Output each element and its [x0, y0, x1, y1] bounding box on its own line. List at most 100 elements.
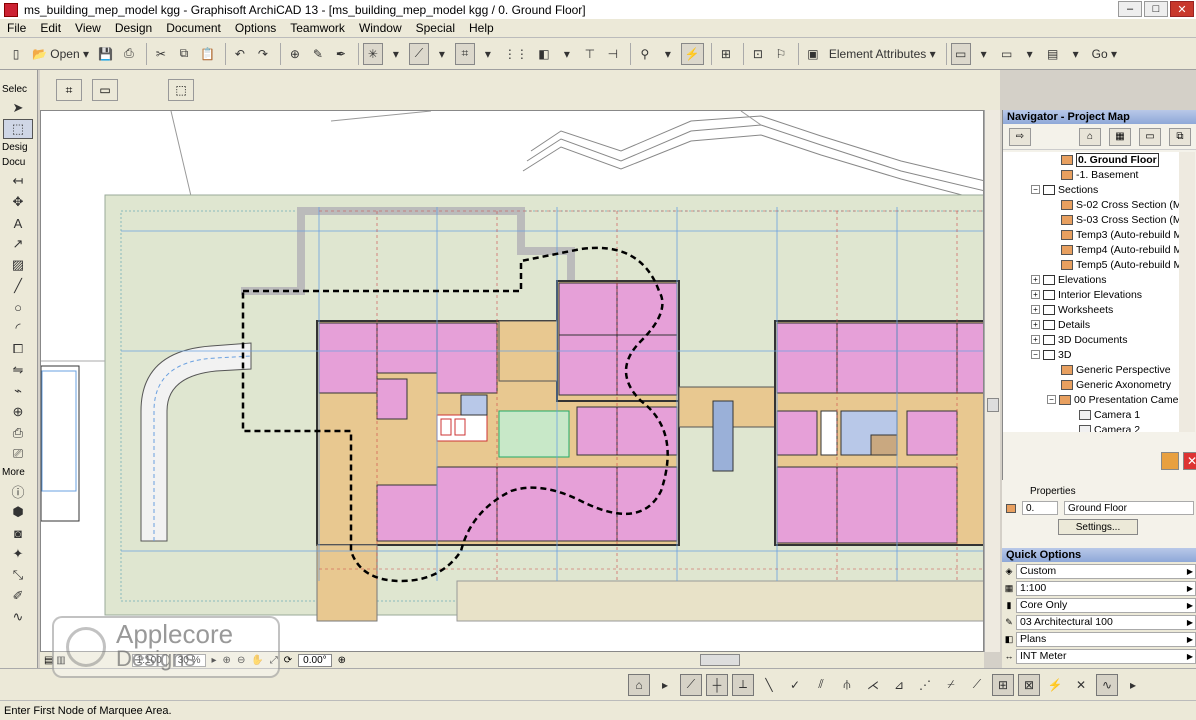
spline-tool-icon[interactable]: ∿	[3, 607, 33, 627]
collapse-icon[interactable]: −	[1031, 350, 1040, 359]
tree-item-details[interactable]: + Details	[1031, 317, 1090, 332]
marquee-tool-icon[interactable]: ⬚	[3, 119, 33, 139]
minimize-button[interactable]: –	[1118, 1, 1142, 17]
expand-icon[interactable]: +	[1031, 305, 1040, 314]
layout-icon[interactable]: ▤	[1043, 43, 1063, 65]
menu-special[interactable]: Special	[409, 21, 462, 35]
gravity-icon[interactable]: ⊞	[992, 673, 1014, 696]
story-index-field[interactable]: 0.	[1022, 501, 1058, 515]
elevation-tool-icon[interactable]: ⌁	[3, 381, 33, 401]
special-snap-icon[interactable]: ⋰	[914, 674, 936, 696]
settings-button[interactable]: Settings...	[1058, 519, 1138, 535]
perpendicular-icon[interactable]: ⫛	[836, 674, 858, 696]
trace-reference-icon[interactable]: ⌂	[628, 673, 650, 696]
bisector-icon[interactable]: ⋌	[862, 674, 884, 696]
tree-item-worksheets[interactable]: + Worksheets	[1031, 302, 1113, 317]
rotate-view-icon[interactable]: ⟳	[284, 655, 292, 666]
tree-item-ground-floor[interactable]: 0. Ground Floor	[1061, 152, 1159, 167]
window-dropdown-icon[interactable]: ▾	[1020, 43, 1040, 65]
expand-icon[interactable]: +	[1031, 275, 1040, 284]
3d-window-icon[interactable]: ⊡	[748, 43, 768, 65]
section-tool-icon[interactable]: ⇋	[3, 360, 33, 380]
marquee-polygon-icon[interactable]: ⌗	[56, 79, 82, 101]
align-icon[interactable]: ⊤	[580, 43, 600, 65]
camera-tool-icon[interactable]: ◙	[3, 523, 33, 543]
navigator-mode-icon[interactable]: ⇨	[1009, 127, 1031, 146]
quick-option-model-view[interactable]: ◧ Plans ▶	[1002, 631, 1196, 647]
undo-icon[interactable]: ↶	[230, 43, 250, 65]
vertical-scroll-thumb[interactable]	[987, 398, 999, 412]
element-attributes-dropdown[interactable]: Element Attributes ▾	[826, 43, 939, 65]
trace-dropdown-icon[interactable]: ▸	[654, 674, 676, 696]
vertical-scrollbar[interactable]	[984, 110, 1000, 652]
tree-item-section[interactable]: Temp5 (Auto-rebuild M	[1061, 257, 1179, 272]
tree-item-basement[interactable]: -1. Basement	[1061, 167, 1138, 182]
lamp-tool-icon[interactable]: ✦	[3, 544, 33, 564]
polyline-tool-icon[interactable]: ⧠	[3, 339, 33, 359]
cut-icon[interactable]: ✂	[151, 43, 171, 65]
copy-icon[interactable]: ⧉	[174, 43, 194, 65]
mesh-tool-icon[interactable]: ✐	[3, 586, 33, 606]
menu-design[interactable]: Design	[108, 21, 159, 35]
tree-item-camera-path[interactable]: − 00 Presentation Came	[1047, 392, 1178, 407]
marquee-rectangle-icon[interactable]: ▭	[92, 79, 118, 101]
tree-item-generic-perspective[interactable]: Generic Perspective	[1061, 362, 1171, 377]
quick-option-structure-display[interactable]: ▮ Core Only ▶	[1002, 597, 1196, 613]
magic-wand-icon[interactable]: ⚡	[1044, 674, 1066, 696]
paste-icon[interactable]: 📋	[197, 43, 218, 65]
menu-view[interactable]: View	[68, 21, 108, 35]
pick-up-icon[interactable]: ✎	[308, 43, 328, 65]
cancel-icon[interactable]: ✕	[1070, 674, 1092, 696]
toolbox-group-more[interactable]: More	[0, 465, 37, 480]
worksheet-tool-icon[interactable]: ⎙	[3, 423, 33, 443]
layer-dropdown-icon[interactable]: ▾	[557, 43, 577, 65]
layout-dropdown-icon[interactable]: ▾	[1066, 43, 1086, 65]
view-mode-dropdown-icon[interactable]: ▾	[974, 43, 994, 65]
suspend-dropdown-icon[interactable]: ▾	[658, 43, 678, 65]
zoom-tool-icon[interactable]: ⊕	[338, 655, 346, 666]
new-folder-icon[interactable]	[1161, 452, 1179, 470]
circle-tool-icon[interactable]: ○	[3, 297, 33, 317]
horizontal-scroll-thumb[interactable]	[700, 654, 740, 666]
menu-options[interactable]: Options	[228, 21, 283, 35]
find-select-icon[interactable]: ⊕	[285, 43, 305, 65]
tree-item-section[interactable]: S-03 Cross Section (M	[1061, 212, 1179, 227]
zoom-fit-icon[interactable]: ⊠	[1018, 673, 1040, 696]
snap-dropdown-icon[interactable]: ▾	[478, 43, 498, 65]
guide-dropdown-icon[interactable]: ▾	[432, 43, 452, 65]
guide-lines-icon[interactable]: ⟋	[408, 42, 429, 65]
dimension-tool-icon[interactable]: ↤	[3, 171, 33, 191]
object-tool-icon[interactable]: ⬢	[3, 502, 33, 522]
tree-item-interior-elevations[interactable]: + Interior Elevations	[1031, 287, 1142, 302]
measure-icon[interactable]: ╲	[758, 674, 780, 696]
toolbox-group-select[interactable]: Selec	[0, 82, 37, 97]
info-tool-icon[interactable]: ⓘ	[3, 481, 33, 501]
delete-icon[interactable]: ✕	[1183, 452, 1196, 470]
trace-dropdown-icon[interactable]: ▾	[386, 43, 406, 65]
grid-snap-icon[interactable]: ┼	[706, 673, 728, 696]
snap-guide-icon[interactable]: ⟋	[680, 673, 702, 696]
tree-item-elevations[interactable]: + Elevations	[1031, 272, 1106, 287]
quick-option-pen-set[interactable]: ✎ 03 Architectural 100 ▶	[1002, 614, 1196, 630]
menu-edit[interactable]: Edit	[33, 21, 68, 35]
hotspot-tool-icon[interactable]: ⊕	[3, 402, 33, 422]
trace-icon[interactable]: ✳	[362, 42, 383, 65]
level-dimension-icon[interactable]: ✥	[3, 192, 33, 212]
redo-icon[interactable]: ↷	[253, 43, 273, 65]
menu-help[interactable]: Help	[462, 21, 501, 35]
window-icon[interactable]: ▭	[997, 43, 1017, 65]
attributes-icon[interactable]: ▣	[803, 43, 823, 65]
view-map-icon[interactable]: ▦	[1109, 127, 1131, 146]
story-name-field[interactable]: Ground Floor	[1064, 501, 1194, 515]
tree-item-section[interactable]: Temp4 (Auto-rebuild M	[1061, 242, 1179, 257]
zone-tool-icon[interactable]: ⤡	[3, 565, 33, 585]
ok-icon[interactable]: ∿	[1096, 673, 1118, 696]
line-constraint-icon[interactable]: ✓	[784, 674, 806, 696]
layer-icon[interactable]: ◧	[534, 43, 554, 65]
suspend-groups-icon[interactable]: ⚲	[635, 43, 655, 65]
intersection-icon[interactable]: ⟋	[966, 674, 988, 696]
toolbox-group-document[interactable]: Docu	[0, 155, 37, 170]
line-tool-icon[interactable]: ╱	[3, 276, 33, 296]
quick-option-scale[interactable]: ▦ 1:100 ▶	[1002, 580, 1196, 596]
distribute-icon[interactable]: ⊣	[603, 43, 623, 65]
